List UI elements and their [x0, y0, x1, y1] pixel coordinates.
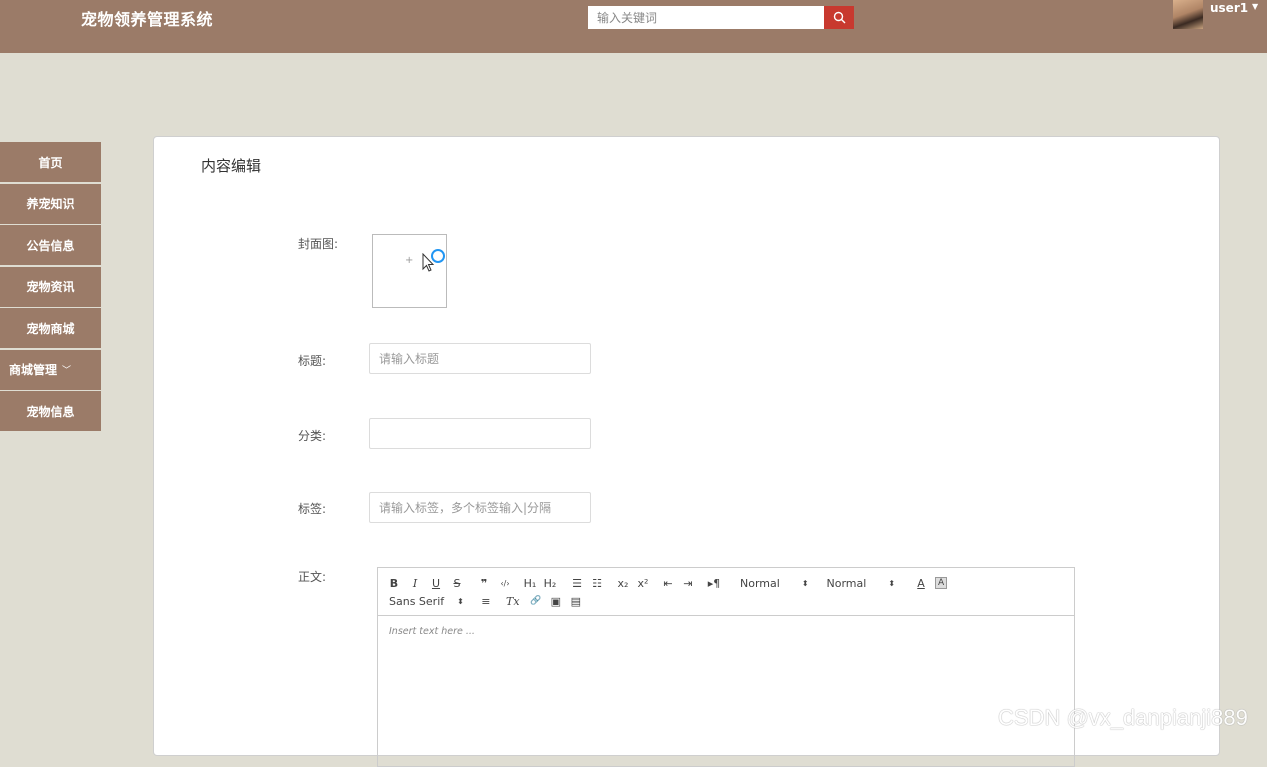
align-button[interactable]: ≡ — [480, 592, 492, 610]
h1-button[interactable]: H₁ — [522, 574, 538, 592]
app-title: 宠物领养管理系统 — [81, 10, 214, 29]
editor-content-area[interactable]: Insert text here ... — [378, 616, 1074, 647]
clean-format-button[interactable]: Tx — [506, 592, 520, 610]
caret-down-icon[interactable]: ▼ — [1252, 2, 1258, 11]
header-select-value: Normal — [826, 576, 867, 590]
watermark: CSDN @vx_danpianji889 — [998, 705, 1248, 730]
blockquote-button[interactable]: ❞ — [478, 574, 490, 592]
font-select[interactable]: Sans Serif ⬍ — [389, 595, 464, 608]
font-select-value: Sans Serif — [389, 594, 445, 608]
size-select[interactable]: Normal ⬍ — [740, 577, 809, 590]
body-label: 正文: — [298, 570, 327, 584]
sidebar-item-label: 宠物资讯 — [26, 280, 75, 294]
loading-ring-icon — [431, 249, 445, 263]
toolbar-row-1: B I U S ❞ ‹/› H₁ H₂ ☰ ☷ x₂ x² ⇤ ⇥ ▸¶ Nor… — [389, 574, 1074, 592]
select-arrows-icon: ⬍ — [888, 578, 896, 588]
italic-button[interactable]: I — [410, 574, 420, 592]
superscript-button[interactable]: x² — [636, 574, 650, 592]
search-button[interactable] — [824, 6, 854, 29]
code-button[interactable]: ‹/› — [498, 574, 512, 592]
toolbar-row-2: Sans Serif ⬍ ≡ Tx 🔗 ▣ ▤ — [389, 592, 1074, 610]
tags-input[interactable] — [369, 492, 591, 523]
cover-image-uploader[interactable]: + — [372, 234, 447, 308]
sidebar-item-announcements[interactable]: 公告信息 — [0, 225, 101, 265]
search-input[interactable] — [588, 6, 824, 29]
page-title: 内容编辑 — [201, 157, 262, 175]
sidebar-item-pet-news[interactable]: 宠物资讯 — [0, 266, 101, 307]
video-button[interactable]: ▤ — [570, 592, 582, 610]
outdent-button[interactable]: ⇤ — [661, 574, 675, 592]
rich-text-editor: B I U S ❞ ‹/› H₁ H₂ ☰ ☷ x₂ x² ⇤ ⇥ ▸¶ Nor… — [377, 567, 1075, 767]
subscript-button[interactable]: x₂ — [616, 574, 630, 592]
editor-placeholder: Insert text here ... — [389, 626, 475, 637]
username[interactable]: user1 — [1210, 1, 1248, 15]
top-header: 宠物领养管理系统 user1 ▼ — [0, 0, 1267, 53]
ordered-list-button[interactable]: ☰ — [570, 574, 584, 592]
size-select-value: Normal — [740, 576, 780, 590]
select-arrows-icon: ⬍ — [457, 596, 464, 606]
tags-label: 标签: — [298, 502, 327, 516]
sidebar-item-home[interactable]: 首页 — [0, 142, 101, 182]
indent-button[interactable]: ⇥ — [681, 574, 695, 592]
sidebar-item-pet-mall[interactable]: 宠物商城 — [0, 308, 101, 348]
underline-button[interactable]: U — [431, 574, 441, 592]
text-direction-button[interactable]: ▸¶ — [707, 574, 721, 592]
h2-button[interactable]: H₂ — [542, 574, 558, 592]
category-input[interactable] — [369, 418, 591, 449]
sidebar-item-label: 宠物商城 — [26, 321, 75, 336]
editor-toolbar: B I U S ❞ ‹/› H₁ H₂ ☰ ☷ x₂ x² ⇤ ⇥ ▸¶ Nor… — [378, 568, 1074, 616]
sidebar-item-mall-management[interactable]: 商城管理 ﹀ — [0, 349, 101, 390]
strike-button[interactable]: S — [452, 574, 462, 592]
sidebar-item-label: 养宠知识 — [26, 197, 75, 211]
category-label: 分类: — [298, 429, 327, 443]
content-edit-card: 内容编辑 封面图: + 标题: 分类: 标签: 正文: B I U S ❞ ‹/… — [153, 136, 1220, 767]
search-bar — [588, 6, 854, 29]
user-avatar[interactable] — [1173, 0, 1203, 29]
header-select[interactable]: Normal ⬍ — [827, 577, 896, 590]
sidebar-item-pet-info[interactable]: 宠物信息 — [0, 391, 101, 431]
image-button[interactable]: ▣ — [550, 592, 562, 610]
search-icon — [833, 11, 845, 24]
sidebar-item-label: 首页 — [38, 155, 63, 170]
title-label: 标题: — [298, 354, 327, 368]
font-color-button[interactable]: A — [915, 574, 927, 592]
select-arrows-icon: ⬍ — [801, 578, 809, 588]
plus-icon: + — [405, 255, 414, 266]
bullet-list-button[interactable]: ☷ — [590, 574, 604, 592]
title-input[interactable] — [369, 343, 591, 374]
bold-button[interactable]: B — [389, 574, 399, 592]
link-button[interactable]: 🔗 — [530, 592, 542, 610]
sidebar-item-label: 宠物信息 — [26, 404, 75, 419]
sidebar-nav: 首页 养宠知识 公告信息 宠物资讯 宠物商城 商城管理 ﹀ 宠物信息 — [0, 142, 101, 433]
sidebar-item-label: 公告信息 — [26, 238, 75, 253]
cover-label: 封面图: — [298, 237, 339, 251]
background-color-button[interactable]: A — [935, 577, 948, 589]
sidebar-item-label: 商城管理 — [9, 363, 58, 377]
sidebar-item-pet-knowledge[interactable]: 养宠知识 — [0, 183, 101, 224]
chevron-down-icon: ﹀ — [62, 366, 72, 376]
